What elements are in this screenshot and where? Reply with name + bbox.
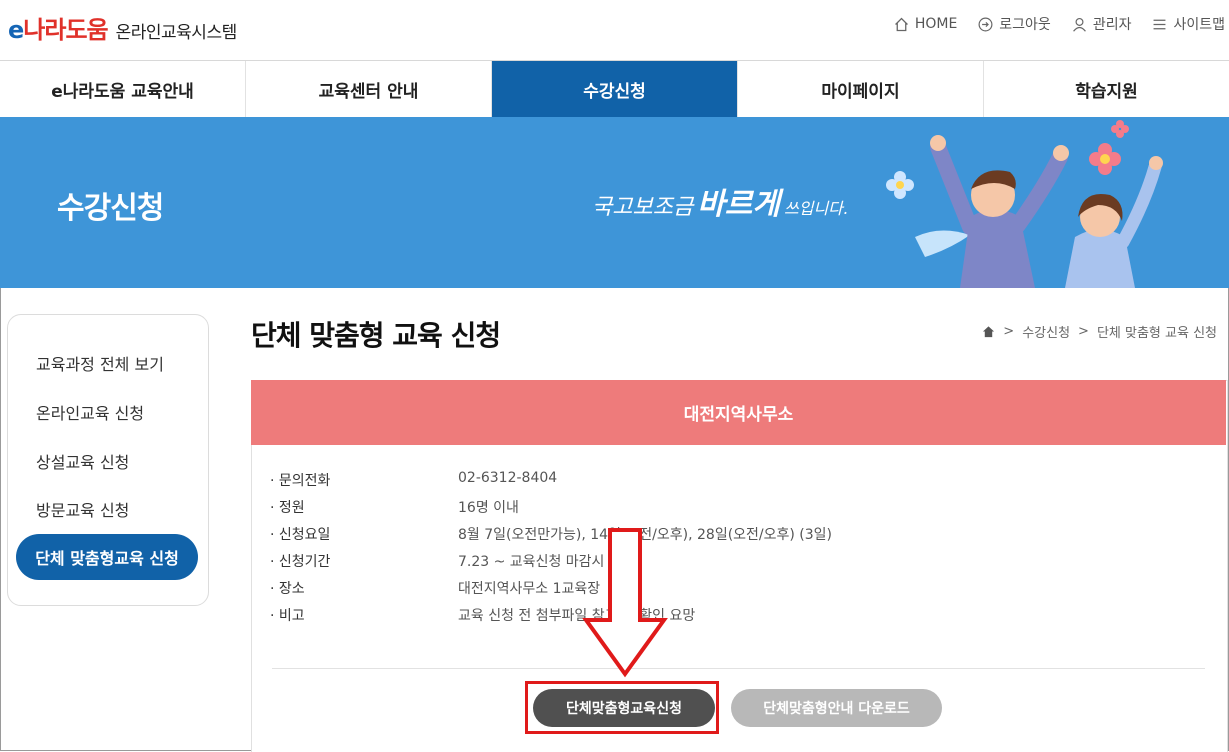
info-row: · 신청기간 7.23 ~ 교육신청 마감시 xyxy=(270,551,604,571)
gnb-item-center[interactable]: 교육센터 안내 xyxy=(245,61,491,118)
info-label: · 장소 xyxy=(270,581,305,597)
home-label: HOME xyxy=(914,16,958,32)
admin-link[interactable]: 관리자 xyxy=(1071,14,1132,34)
admin-label: 관리자 xyxy=(1092,17,1132,33)
info-label: · 신청요일 xyxy=(270,527,331,543)
logout-label: 로그아웃 xyxy=(999,17,1051,33)
info-row: · 장소 대전지역사무소 1교육장 xyxy=(270,578,600,598)
header: e나라도움 온라인교육시스템 HOME 로그아웃 관리자 사이트맵 xyxy=(0,0,1229,60)
sidebar-item-all-courses[interactable]: 교육과정 전체 보기 xyxy=(36,351,164,375)
sidebar-item-group-custom[interactable]: 단체 맞춤형교육 신청 xyxy=(16,534,198,580)
breadcrumb-separator: > xyxy=(1003,324,1015,339)
gnb-item-enroll[interactable]: 수강신청 xyxy=(491,61,737,118)
info-value: 16명 이내 xyxy=(458,500,519,516)
sidebar-item-permanent[interactable]: 상설교육 신청 xyxy=(36,449,129,473)
sidebar: 교육과정 전체 보기 온라인교육 신청 상설교육 신청 방문교육 신청 단체 맞… xyxy=(7,314,209,606)
info-label: · 비고 xyxy=(270,608,305,624)
logout-link[interactable]: 로그아웃 xyxy=(977,14,1051,34)
down-arrow-icon xyxy=(582,528,668,678)
sitemap-label: 사이트맵 xyxy=(1173,17,1225,33)
office-header: 대전지역사무소 xyxy=(251,380,1226,445)
global-nav: e나라도움 교육안내 교육센터 안내 수강신청 마이페이지 학습지원 xyxy=(0,60,1229,118)
logout-icon xyxy=(978,17,993,31)
logo-brand-e: e xyxy=(8,16,24,44)
gnb-item-guide[interactable]: e나라도움 교육안내 xyxy=(0,61,245,118)
logo-system-name: 온라인교육시스템 xyxy=(115,23,238,43)
breadcrumb-separator: > xyxy=(1078,324,1089,339)
page-title: 단체 맞춤형 교육 신청 xyxy=(251,319,501,352)
gnb-item-mypage[interactable]: 마이페이지 xyxy=(737,61,983,118)
slogan-part-1: 국고보조금 xyxy=(592,195,694,220)
info-label: · 신청기간 xyxy=(270,554,331,570)
banner-slogan: 국고보조금 바르게 쓰입니다. xyxy=(592,179,848,223)
gnb-item-support[interactable]: 학습지원 xyxy=(983,61,1229,118)
breadcrumb: > 수강신청 > 단체 맞춤형 교육 신청 xyxy=(982,322,1217,341)
home-link[interactable]: HOME xyxy=(893,16,957,33)
info-value: 대전지역사무소 1교육장 xyxy=(458,581,601,597)
page-banner: 수강신청 국고보조금 바르게 쓰입니다. xyxy=(0,117,1229,288)
sitemap-link[interactable]: 사이트맵 xyxy=(1151,14,1225,34)
breadcrumb-item[interactable]: 수강신청 xyxy=(1022,322,1070,341)
info-label: · 문의전화 xyxy=(270,473,331,489)
sidebar-item-online[interactable]: 온라인교육 신청 xyxy=(36,400,144,424)
logo-brand: e나라도움 xyxy=(8,10,109,45)
breadcrumb-item[interactable]: 단체 맞춤형 교육 신청 xyxy=(1097,322,1217,341)
home-icon[interactable] xyxy=(982,325,995,338)
highlight-box xyxy=(525,681,719,734)
home-icon xyxy=(894,17,908,31)
banner-title: 수강신청 xyxy=(57,191,164,226)
flower-icon xyxy=(886,171,914,199)
logo-brand-name: 나라도움 xyxy=(23,16,108,44)
logo[interactable]: e나라도움 온라인교육시스템 xyxy=(8,10,238,45)
info-row: · 신청요일 8월 7일(오전만가능), 14일(오전/오후), 28일(오전/… xyxy=(270,524,832,544)
info-value: 02-6312-8404 xyxy=(458,470,558,486)
user-icon xyxy=(1072,17,1086,32)
info-row: · 정원 16명 이내 xyxy=(270,497,519,517)
menu-icon xyxy=(1154,19,1166,29)
slogan-part-2: 바르게 xyxy=(697,187,781,222)
info-label: · 정원 xyxy=(270,500,305,516)
info-row: · 문의전화 02-6312-8404 xyxy=(270,470,557,490)
utility-menu: HOME 로그아웃 관리자 사이트맵 xyxy=(893,14,1225,34)
banner-illustration xyxy=(886,120,1163,288)
group-custom-guide-download-button[interactable]: 단체맞춤형안내 다운로드 xyxy=(731,689,942,727)
sidebar-item-visit[interactable]: 방문교육 신청 xyxy=(36,497,129,521)
divider xyxy=(272,668,1205,669)
